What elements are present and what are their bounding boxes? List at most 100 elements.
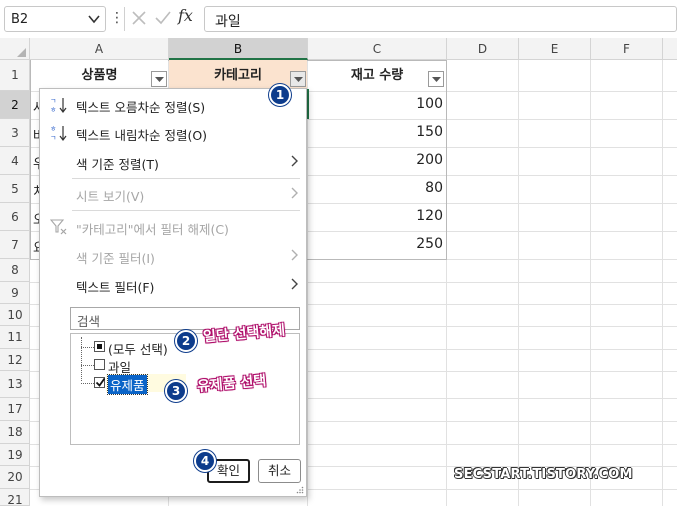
row-header-17[interactable]: 17 bbox=[0, 398, 30, 421]
column-header-a[interactable]: A bbox=[30, 38, 169, 60]
menu-sort-descending[interactable]: ㅎ ㄱ 텍스트 내림차순 정렬(O) bbox=[40, 119, 306, 147]
svg-text:ㅎ: ㅎ bbox=[50, 125, 56, 133]
row-header-11[interactable]: 11 bbox=[0, 326, 30, 349]
filter-dropdown-icon bbox=[155, 77, 164, 82]
menu-text-filter[interactable]: 텍스트 필터(F) bbox=[40, 271, 306, 299]
svg-text:ㄱ: ㄱ bbox=[50, 134, 56, 142]
cell-c6[interactable]: 120 bbox=[308, 208, 443, 224]
dairy-label: 유제품 bbox=[107, 374, 148, 395]
row-header-12[interactable]: 12 bbox=[0, 349, 30, 371]
column-header-b[interactable]: B bbox=[169, 38, 308, 60]
menu-text-filter-label: 텍스트 필터(F) bbox=[76, 280, 155, 295]
formula-content: 과일 bbox=[215, 14, 241, 30]
row-header-8[interactable]: 8 bbox=[0, 259, 30, 282]
menu-sort-ascending[interactable]: ㄱ ㅎ 텍스트 오름차순 정렬(S) bbox=[40, 91, 306, 119]
header-product-label: 상품명 bbox=[81, 68, 118, 83]
menu-sort-ascending-label: 텍스트 오름차순 정렬(S) bbox=[76, 100, 206, 115]
more-options-icon[interactable]: ⋮ bbox=[110, 9, 124, 29]
cell-c2[interactable]: 100 bbox=[308, 96, 443, 112]
sort-asc-icon: ㄱ ㅎ bbox=[50, 97, 67, 114]
formula-bar: B2 ⋮ fx 과일 bbox=[0, 0, 677, 36]
chevron-down-icon[interactable] bbox=[87, 11, 101, 27]
svg-text:ㄱ: ㄱ bbox=[50, 97, 56, 105]
check-icon bbox=[95, 377, 106, 387]
column-header-d[interactable]: D bbox=[447, 38, 519, 60]
fruit-checkbox[interactable] bbox=[94, 359, 105, 370]
select-all-checkbox[interactable] bbox=[94, 341, 105, 352]
name-box[interactable]: B2 bbox=[4, 6, 106, 32]
name-box-value: B2 bbox=[11, 12, 29, 27]
row-header-20[interactable]: 20 bbox=[0, 466, 30, 489]
filter-dropdown-icon bbox=[294, 77, 303, 82]
fx-icon[interactable]: fx bbox=[178, 6, 193, 25]
gridline bbox=[590, 60, 591, 506]
svg-text:ㅎ: ㅎ bbox=[50, 106, 56, 114]
menu-sheet-view: 시트 보기(V) bbox=[40, 180, 306, 208]
step-badge-4: 4 bbox=[194, 450, 216, 472]
row-header-5[interactable]: 5 bbox=[0, 175, 30, 203]
row-header-1[interactable]: 1 bbox=[0, 60, 30, 91]
tree-connector bbox=[81, 365, 94, 366]
row-header-9[interactable]: 9 bbox=[0, 282, 30, 304]
filter-dropdown-icon bbox=[432, 77, 441, 82]
chevron-right-icon bbox=[291, 187, 298, 199]
row-header-18[interactable]: 18 bbox=[0, 421, 30, 444]
filter-search-placeholder: 검색 bbox=[77, 314, 101, 329]
column-headers: A B C D E F bbox=[0, 38, 677, 60]
filter-clear-icon bbox=[50, 219, 67, 235]
header-cell-product[interactable]: 상품명 bbox=[31, 60, 168, 91]
menu-filter-by-color-label: 색 기준 필터(I) bbox=[76, 251, 155, 266]
menu-sort-descending-label: 텍스트 내림차순 정렬(O) bbox=[76, 128, 208, 143]
row-header-3[interactable]: 3 bbox=[0, 119, 30, 147]
row-header-2[interactable]: 2 bbox=[0, 91, 30, 119]
menu-sort-by-color-label: 색 기준 정렬(T) bbox=[76, 157, 159, 172]
menu-clear-filter-label: "카테고리"에서 필터 해제(C) bbox=[76, 222, 229, 237]
watermark: SECSTART.TISTORY.COM bbox=[454, 467, 633, 482]
menu-sheet-view-label: 시트 보기(V) bbox=[76, 189, 145, 204]
header-category-label: 카테고리 bbox=[214, 68, 262, 83]
step-badge-2: 2 bbox=[175, 330, 197, 352]
cell-c7[interactable]: 250 bbox=[308, 236, 443, 252]
cancel-x-icon[interactable] bbox=[130, 8, 148, 28]
row-header-6[interactable]: 6 bbox=[0, 203, 30, 231]
step-badge-3: 3 bbox=[165, 380, 187, 402]
column-header-f[interactable]: F bbox=[591, 38, 663, 60]
row-header-7[interactable]: 7 bbox=[0, 231, 30, 259]
filter-button-product[interactable] bbox=[151, 71, 167, 87]
chevron-right-icon bbox=[291, 278, 298, 290]
column-header-c[interactable]: C bbox=[308, 38, 447, 60]
menu-separator bbox=[72, 210, 300, 211]
check-icon[interactable] bbox=[153, 8, 173, 28]
cell-c3[interactable]: 150 bbox=[308, 124, 443, 140]
resize-grip-icon[interactable] bbox=[296, 486, 304, 494]
row-headers: 1 2 3 4 5 6 7 8 9 10 11 12 13 17 18 19 2… bbox=[0, 60, 30, 506]
menu-separator bbox=[72, 178, 300, 179]
row-header-4[interactable]: 4 bbox=[0, 147, 30, 175]
chevron-right-icon bbox=[291, 249, 298, 261]
filter-button-quantity[interactable] bbox=[428, 71, 444, 87]
tree-connector bbox=[81, 383, 94, 384]
autofilter-dropdown: ㄱ ㅎ 텍스트 오름차순 정렬(S) ㅎ ㄱ 텍스트 내림차순 정렬(O) 색 … bbox=[39, 88, 307, 497]
step-badge-1: 1 bbox=[269, 84, 291, 106]
menu-sort-by-color[interactable]: 색 기준 정렬(T) bbox=[40, 148, 306, 176]
dairy-checkbox[interactable] bbox=[94, 377, 106, 388]
cancel-button[interactable]: 취소 bbox=[258, 459, 301, 483]
column-header-e[interactable]: E bbox=[519, 38, 591, 60]
chevron-right-icon bbox=[291, 155, 298, 167]
select-all-triangle-icon bbox=[17, 48, 26, 57]
gridline bbox=[662, 60, 663, 506]
filter-button-category[interactable] bbox=[290, 71, 306, 87]
header-cell-quantity[interactable]: 재고 수량 bbox=[308, 60, 446, 91]
row-header-21[interactable]: 21 bbox=[0, 489, 30, 506]
tree-connector bbox=[81, 347, 94, 348]
select-all-corner[interactable] bbox=[0, 38, 30, 60]
menu-clear-filter: "카테고리"에서 필터 해제(C) bbox=[40, 213, 306, 241]
row-header-13[interactable]: 13 bbox=[0, 371, 30, 398]
cell-c4[interactable]: 200 bbox=[308, 152, 443, 168]
formula-input[interactable]: 과일 bbox=[204, 6, 677, 32]
row-header-19[interactable]: 19 bbox=[0, 444, 30, 466]
sort-desc-icon: ㅎ ㄱ bbox=[50, 125, 67, 142]
gridline bbox=[518, 60, 519, 506]
cell-c5[interactable]: 80 bbox=[308, 180, 443, 196]
row-header-10[interactable]: 10 bbox=[0, 304, 30, 326]
